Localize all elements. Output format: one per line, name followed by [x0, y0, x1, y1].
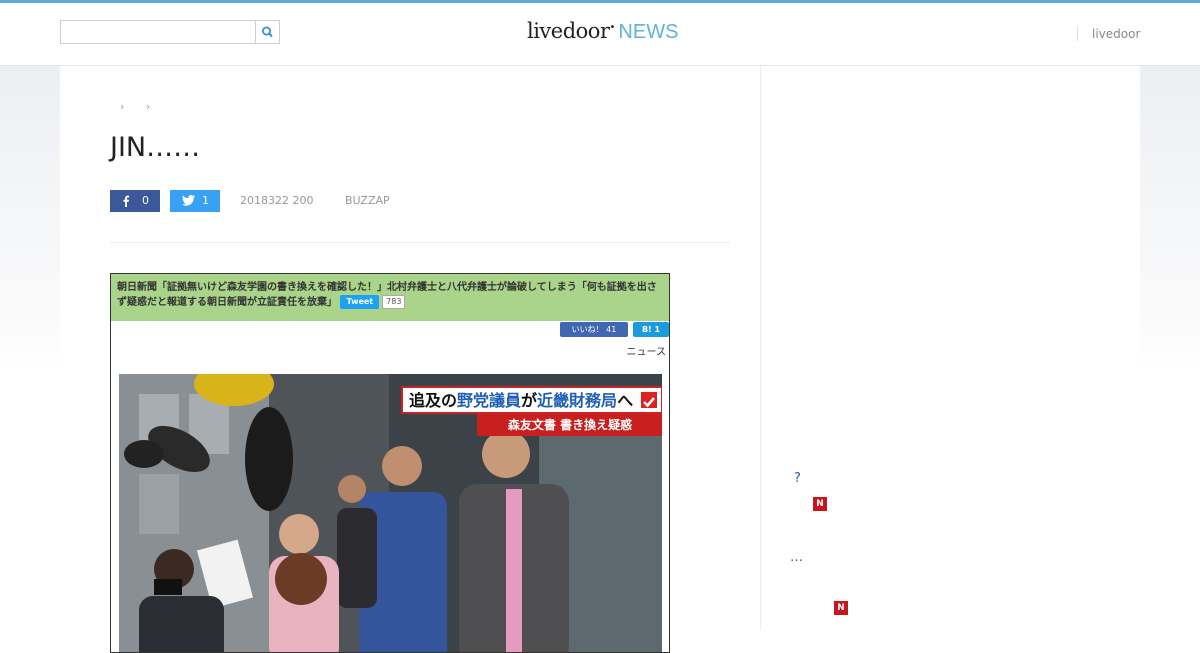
facebook-share-button[interactable]: 0 — [110, 190, 160, 212]
facebook-like-button[interactable]: いいね！ 41 — [560, 322, 628, 337]
caption-main-b: が — [521, 391, 538, 410]
site-logo[interactable]: livedoor • NEWS — [527, 19, 678, 49]
logo-dot: • — [609, 22, 616, 33]
logo-livedoor: livedoor — [527, 19, 610, 43]
sidebar: ? N … N — [760, 66, 1140, 630]
breadcrumb-separator: › — [145, 100, 151, 113]
new-badge: N — [834, 601, 848, 615]
caption-main-a: 追及の — [409, 391, 458, 410]
embed-tweet-button[interactable]: Tweet — [340, 295, 380, 309]
article-source[interactable]: BUZZAP — [345, 194, 390, 207]
facebook-share-count: 0 — [142, 194, 149, 207]
caption-sub: 森友文書 書き換え疑惑 — [477, 414, 662, 436]
divider — [110, 242, 730, 243]
search-box — [60, 20, 280, 44]
search-input[interactable] — [61, 21, 257, 43]
caption-main-c: へ — [617, 391, 634, 410]
twitter-share-button[interactable]: 1 — [170, 190, 220, 212]
new-badge: N — [813, 497, 827, 511]
livedoor-link[interactable]: livedoor — [1077, 27, 1140, 41]
twitter-icon — [182, 195, 195, 206]
article-date: 2018322 200 — [240, 194, 314, 207]
caption-main: 追及の野党議員が近畿財務局へ — [401, 386, 662, 414]
breadcrumb: › › — [120, 100, 168, 113]
article-meta: 0 1 2018322 200 BUZZAP — [110, 190, 730, 212]
search-button[interactable] — [255, 21, 279, 43]
sidebar-link[interactable]: … — [790, 550, 803, 565]
logo-news: NEWS — [618, 21, 679, 43]
caption-main-em2: 近畿財務局 — [537, 391, 618, 410]
facebook-icon — [123, 195, 130, 207]
search-icon — [262, 26, 273, 38]
embed-headline-block: 朝日新聞「証拠無いけど森友学園の書き換えを確認した！」北村弁護士と八代弁護士が論… — [117, 280, 662, 310]
embed-header: 朝日新聞「証拠無いけど森友学園の書き換えを確認した！」北村弁護士と八代弁護士が論… — [111, 274, 669, 321]
site-header: livedoor • NEWS livedoor — [0, 3, 1200, 66]
sidebar-link[interactable]: ? — [794, 471, 801, 486]
twitter-share-count: 1 — [202, 194, 209, 207]
hatena-bookmark-button[interactable]: B! 1 — [633, 322, 669, 337]
check-icon — [641, 392, 657, 408]
news-photo: 追及の野党議員が近畿財務局へ 森友文書 書き換え疑惑 — [119, 374, 662, 652]
embed-category: ニュース — [626, 347, 667, 358]
article-main: › › JIN…… 0 1 2018322 200 BUZZAP 朝日新聞「証拠… — [60, 66, 761, 653]
embed-tweet-count: 783 — [382, 295, 406, 309]
embedded-article: 朝日新聞「証拠無いけど森友学園の書き換えを確認した！」北村弁護士と八代弁護士が論… — [110, 273, 670, 653]
breadcrumb-separator: › — [120, 100, 125, 113]
caption-main-em1: 野党議員 — [457, 391, 522, 410]
article-title: JIN…… — [110, 132, 201, 163]
content-container: › › JIN…… 0 1 2018322 200 BUZZAP 朝日新聞「証拠… — [60, 66, 1140, 653]
